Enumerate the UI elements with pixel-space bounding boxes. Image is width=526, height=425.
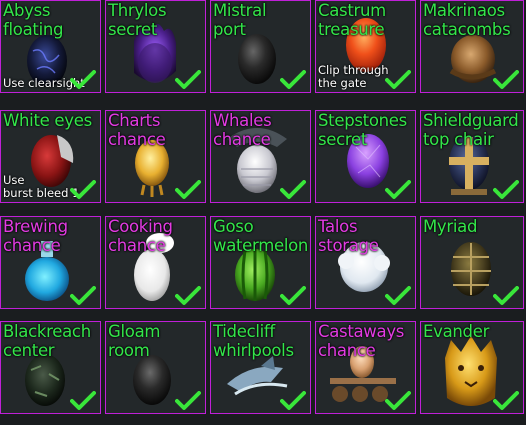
cell-title: Stepstones secret [318,111,407,149]
checkmark-icon [493,391,519,410]
grid-cell-cooking-chance[interactable]: Cooking chance [105,216,206,309]
grid-cell-shieldguard-top-chair[interactable]: Shieldguard top chair [420,110,524,203]
egg-collection-grid: Abyss floating Use clearsight Thrylos se… [0,0,526,425]
checkmark-icon [175,286,201,305]
cell-title: Abyss floating [3,1,64,39]
checkmark-icon [385,286,411,305]
cell-title: Tidecliff whirlpools [213,322,294,360]
grid-cell-talos-storage[interactable]: Talos storage [315,216,416,309]
checkmark-icon [175,70,201,89]
checkmark-icon [385,70,411,89]
grid-cell-stepstones-secret[interactable]: Stepstones secret [315,110,416,203]
checkmark-icon [280,286,306,305]
cell-title: Gloam room [108,322,161,360]
checkmark-icon [70,391,96,410]
grid-cell-charts-chance[interactable]: Charts chance [105,110,206,203]
cell-title: Castrum treasure [318,1,386,39]
cell-title: Castaways chance [318,322,405,360]
grid-cell-gloam-room[interactable]: Gloam room [105,321,206,414]
grid-cell-mistral-port[interactable]: Mistral port [210,0,311,93]
grid-cell-white-eyes[interactable]: White eyes Use burst bleed 1 [0,110,101,203]
cell-title: Evander [423,322,490,341]
cell-title: Shieldguard top chair [423,111,519,149]
cell-title: Myriad [423,217,478,236]
cell-title: Makrinaos catacombs [423,1,511,39]
grid-cell-castrum-treasure[interactable]: Castrum treasure Clip through the gate [315,0,416,93]
checkmark-icon [493,70,519,89]
checkmark-icon [385,391,411,410]
cell-title: Goso watermelon [213,217,309,255]
checkmark-icon [70,70,96,89]
cell-title: Blackreach center [3,322,91,360]
checkmark-icon [493,180,519,199]
grid-cell-castaways-chance[interactable]: Castaways chance [315,321,416,414]
grid-cell-blackreach-center[interactable]: Blackreach center [0,321,101,414]
grid-cell-abyss-floating[interactable]: Abyss floating Use clearsight [0,0,101,93]
cell-title: Mistral port [213,1,267,39]
grid-cell-makrinaos-catacombs[interactable]: Makrinaos catacombs [420,0,524,93]
checkmark-icon [70,286,96,305]
cell-title: Charts chance [108,111,166,149]
grid-cell-evander[interactable]: Evander [420,321,524,414]
grid-cell-thrylos-secret[interactable]: Thrylos secret [105,0,206,93]
cell-hint-note: Clip through the gate [318,63,389,90]
grid-cell-goso-watermelon[interactable]: Goso watermelon [210,216,311,309]
cell-title: Talos storage [318,217,379,255]
checkmark-icon [70,180,96,199]
checkmark-icon [280,70,306,89]
checkmark-icon [280,180,306,199]
checkmark-icon [175,180,201,199]
cell-title: Brewing chance [3,217,68,255]
cell-hint-note: Use burst bleed 1 [3,173,80,200]
checkmark-icon [493,286,519,305]
checkmark-icon [175,391,201,410]
cell-title: Thrylos secret [108,1,167,39]
grid-cell-myriad[interactable]: Myriad [420,216,524,309]
checkmark-icon [280,391,306,410]
cell-title: White eyes [3,111,92,130]
grid-cell-brewing-chance[interactable]: Brewing chance [0,216,101,309]
checkmark-icon [385,180,411,199]
cell-title: Whales chance [213,111,272,149]
grid-cell-tidecliff-whirlpools[interactable]: Tidecliff whirlpools [210,321,311,414]
grid-cell-whales-chance[interactable]: Whales chance [210,110,311,203]
cell-title: Cooking chance [108,217,173,255]
